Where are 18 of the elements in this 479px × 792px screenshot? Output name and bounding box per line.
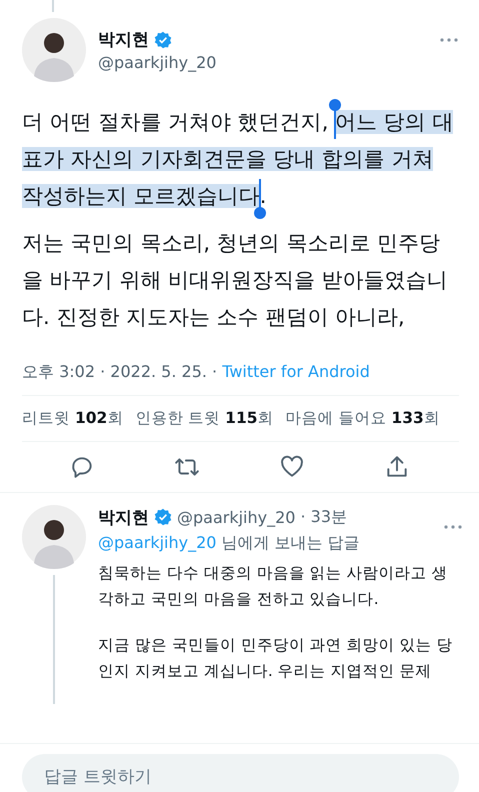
tweet-text: 저는 국민의 목소리, 청년의 목소리로 민주당을 바꾸기 위해 비대위원장직을 받아들였습니다. 진정한 지도자는 소수 팬덤이 아니라, (22, 230, 449, 331)
reply-to-text: @paarkjihy_20 님에게 보내는 답글 (98, 533, 361, 554)
stat-count[interactable]: 리트윗 102회 (22, 408, 124, 429)
more-icon[interactable] (439, 38, 459, 42)
more-icon[interactable] (443, 525, 463, 529)
author-handle[interactable]: @paarkjihy_20 (177, 508, 296, 526)
reply-text: 지금 많은 국민들이 민주당이 과연 희망이 있는 당인지 지켜보고 계십니다. 우리는 지엽적인 문제 (98, 635, 454, 682)
stat-count[interactable]: 인용한 트윗 115회 (135, 408, 274, 429)
tweet-timestamp: 오후 3:02 · 2022. 5. 25. · (22, 362, 218, 381)
author-handle[interactable]: @paarkjihy_20 (98, 53, 427, 72)
reply-input-field[interactable]: 답글 트윗하기 (22, 754, 459, 792)
stat-count[interactable]: 마음에 들어요 133회 (286, 408, 440, 429)
reply-age: · 33분 (300, 506, 347, 528)
avatar[interactable] (22, 18, 86, 82)
reply-text: 침묵하는 다수 대중의 마음을 읽는 사람이라고 생각하고 국민의 마음을 전하고 있습니다. (98, 563, 449, 610)
author-name[interactable]: 박지현 (98, 28, 149, 51)
avatar[interactable] (22, 505, 86, 569)
author-name[interactable]: 박지현 (98, 506, 149, 528)
